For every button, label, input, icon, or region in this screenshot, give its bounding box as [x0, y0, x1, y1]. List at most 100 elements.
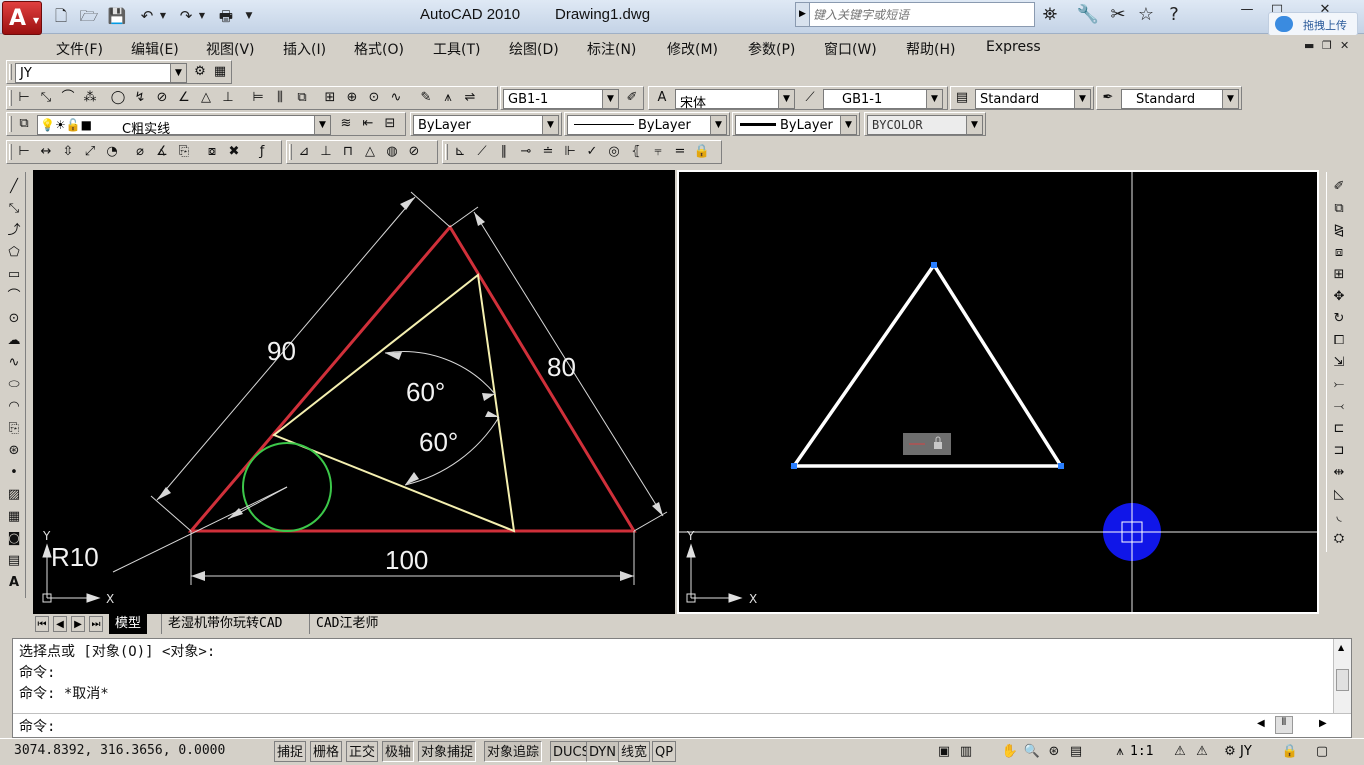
trim-icon[interactable]: ⤚ — [1330, 376, 1348, 394]
aligned-constraint-icon[interactable]: ⤢ — [81, 143, 99, 161]
angle-label-2[interactable]: 60° — [419, 427, 458, 457]
erase-icon[interactable]: ✐ — [1330, 178, 1348, 196]
dim-90-label[interactable]: 90 — [267, 336, 296, 366]
dim-100-label[interactable]: 100 — [385, 545, 428, 575]
quick-dimension-icon[interactable]: △ — [197, 89, 215, 107]
text-style-combo[interactable]: 宋体 ▼ — [675, 89, 795, 111]
make-object-layer-current-icon[interactable]: ≋ — [337, 115, 355, 133]
polyline-icon[interactable]: ⤴ — [5, 222, 23, 240]
command-prompt-row[interactable]: 命令: ◀ ⦀ ▶ — [13, 713, 1351, 737]
menu-draw[interactable]: 绘图(D) — [509, 39, 559, 59]
linear-constraint-icon[interactable]: ⊢ — [15, 143, 33, 161]
menu-window[interactable]: 窗口(W) — [824, 39, 877, 59]
menu-parametric[interactable]: 参数(P) — [748, 39, 795, 59]
array-icon[interactable]: ⊞ — [1330, 266, 1348, 284]
pan-icon[interactable]: ✋ — [1000, 742, 1020, 762]
geometric-constraint-icon[interactable]: ⊥ — [317, 143, 335, 161]
plotstyle-combo[interactable]: BYCOLOR ▼ — [867, 115, 983, 135]
constraint-bar[interactable] — [903, 433, 951, 455]
upload-badge[interactable]: 拖拽上传 — [1268, 12, 1358, 36]
layer-states-icon[interactable]: ⊟ — [381, 115, 399, 133]
redo-dropdown-icon[interactable]: ▼ — [197, 6, 207, 26]
dim-80-label[interactable]: 80 — [547, 352, 576, 382]
dimedit-icon[interactable]: ✎ — [417, 89, 435, 107]
parallel-constraint-icon[interactable]: ∥ — [495, 143, 513, 161]
fillet-icon[interactable]: ◟ — [1330, 508, 1348, 526]
menu-help[interactable]: 帮助(H) — [906, 39, 955, 59]
scroll-thumb[interactable] — [1336, 669, 1349, 691]
menu-express[interactable]: Express — [986, 39, 1041, 55]
menu-view[interactable]: 视图(V) — [206, 39, 255, 59]
model-space-icon[interactable]: ▣ — [934, 742, 954, 762]
dim-style-combo[interactable]: GB1-1 ▼ — [503, 89, 619, 109]
multiline-text-icon[interactable]: A — [5, 574, 23, 592]
stretch-icon[interactable]: ⇲ — [1330, 354, 1348, 372]
vertical-geom-icon[interactable]: ⊩ — [561, 143, 579, 161]
table-dim-style-combo[interactable]: GB1-1 ▼ — [823, 89, 943, 109]
angular-constraint-icon[interactable]: ∡ — [153, 143, 171, 161]
doc-restore-icon[interactable]: ❐ — [1322, 39, 1332, 52]
workspace-settings-icon[interactable]: ⚙ — [191, 63, 209, 81]
ortho-toggle[interactable]: 正交 — [346, 741, 379, 762]
center-mark-icon[interactable]: ⊕ — [343, 89, 361, 107]
dimension-update-icon[interactable]: ⇌ — [461, 89, 479, 107]
spline-icon[interactable]: ∿ — [5, 354, 23, 372]
hatch-icon[interactable]: ▨ — [5, 486, 23, 504]
last-tab-icon[interactable]: ⏭ — [89, 616, 103, 632]
layer-combo[interactable]: 💡☀🔓■ C粗实线 ▼ — [37, 115, 331, 137]
lineweight-toggle[interactable]: 线宽 — [618, 741, 651, 762]
prev-tab-icon[interactable]: ◀ — [53, 616, 67, 632]
scale-icon[interactable]: ⧠ — [1330, 332, 1348, 350]
chamfer-icon[interactable]: ◺ — [1330, 486, 1348, 504]
dyn-toggle[interactable]: DYN — [586, 741, 619, 762]
color-combo[interactable]: ByLayer ▼ — [413, 115, 559, 135]
horizontal-geom-icon[interactable]: ≐ — [539, 143, 557, 161]
doc-close-icon[interactable]: ✕ — [1340, 39, 1349, 52]
menu-modify[interactable]: 修改(M) — [667, 39, 718, 59]
grip-right[interactable] — [1058, 463, 1064, 469]
rectangle-icon[interactable]: ▭ — [5, 266, 23, 284]
line-icon[interactable]: ╱ — [5, 178, 23, 196]
collinear-constraint-icon[interactable]: ✓ — [583, 143, 601, 161]
tangent-constraint-icon[interactable]: ⊸ — [517, 143, 535, 161]
zoom-icon[interactable]: 🔍 — [1022, 742, 1042, 762]
extend-icon[interactable]: ⤙ — [1330, 398, 1348, 416]
snap-toggle[interactable]: 捕捉 — [274, 741, 307, 762]
clean-screen-icon[interactable]: ▢ — [1312, 742, 1332, 762]
menu-edit[interactable]: 编辑(E) — [131, 39, 179, 59]
workspace-value[interactable]: JY — [1240, 744, 1252, 759]
next-tab-icon[interactable]: ▶ — [71, 616, 85, 632]
annotation-scale-value[interactable]: 1:1 — [1130, 744, 1153, 759]
command-scrollbar[interactable]: ▲ — [1333, 639, 1351, 713]
show-dyn-constraints-icon[interactable]: ⧇ — [203, 143, 221, 161]
delete-constraints-icon[interactable]: ✖ — [225, 143, 243, 161]
favorites-star-icon[interactable]: ☆ — [1134, 3, 1158, 27]
concentric-constraint-icon[interactable]: ◎ — [605, 143, 623, 161]
annotation-scale-icon[interactable]: ⩚ — [1110, 742, 1130, 762]
multileader-style-icon[interactable]: ✒ — [1099, 89, 1117, 107]
jogged-dimension-icon[interactable]: ↯ — [131, 89, 149, 107]
binoculars-icon[interactable]: ⛯ — [1038, 3, 1062, 27]
linear-dimension-icon[interactable]: ⊢ — [15, 89, 33, 107]
symmetric-constraint-icon[interactable]: ⫧ — [649, 143, 667, 161]
auto-constrain-icon[interactable]: ⊿ — [295, 143, 313, 161]
toolbar-lock-icon[interactable]: ▦ — [211, 63, 229, 81]
arc-icon[interactable]: ⌒ — [5, 288, 23, 306]
steering-wheel-icon[interactable]: ⊛ — [1044, 742, 1064, 762]
dimension-style-icon[interactable]: ✐ — [623, 89, 641, 107]
plot-style-combo[interactable]: Standard ▼ — [1121, 89, 1239, 109]
radius-dimension-icon[interactable]: ◯ — [109, 89, 127, 107]
jogged-linear-icon[interactable]: ∿ — [387, 89, 405, 107]
help-icon[interactable]: ? — [1162, 3, 1186, 27]
inner-triangle[interactable] — [272, 273, 516, 533]
make-block-icon[interactable]: ⊛ — [5, 442, 23, 460]
horizontal-constraint-icon[interactable]: ↔ — [37, 143, 55, 161]
scroll-up-icon[interactable]: ▲ — [1338, 643, 1344, 652]
open-file-icon[interactable]: 🗁 — [78, 6, 100, 26]
ellipse-icon[interactable]: ⬭ — [5, 376, 23, 394]
ordinate-dimension-icon[interactable]: ⁂ — [81, 89, 99, 107]
first-tab-icon[interactable]: ⏮ — [35, 616, 49, 632]
workspace-switch-icon[interactable]: ⚙ — [1220, 742, 1240, 762]
application-menu-button[interactable]: A ▼ — [2, 1, 42, 35]
explode-icon[interactable]: ⛭ — [1330, 530, 1348, 548]
